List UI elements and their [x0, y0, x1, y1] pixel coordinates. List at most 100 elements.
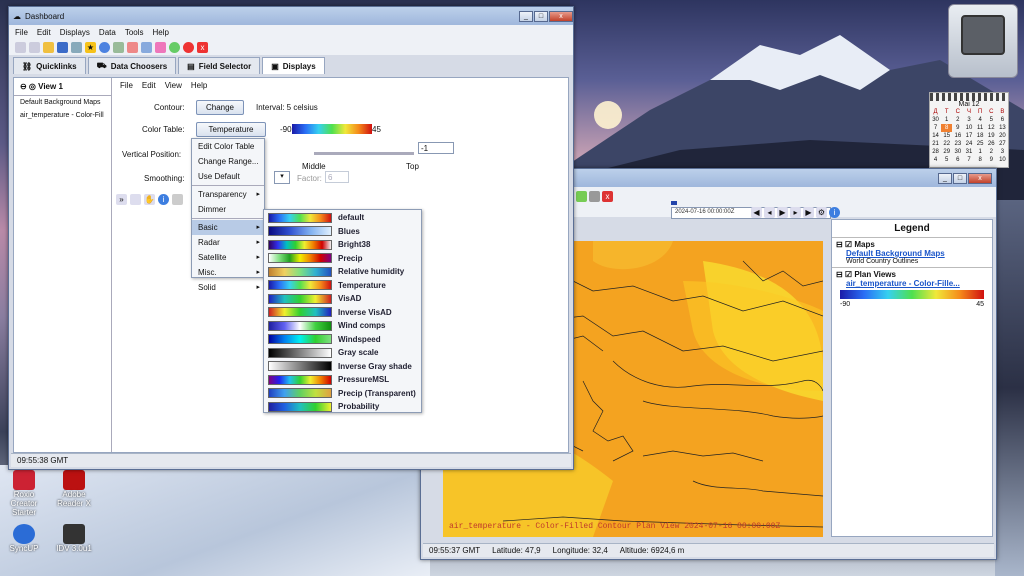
maximize-button[interactable]: □ — [534, 10, 548, 22]
menu-tools[interactable]: Tools — [125, 28, 144, 37]
globe-icon[interactable] — [169, 42, 180, 53]
legend-plan-section[interactable]: ⊟ ☑ Plan Views air_temperature - Color-F… — [832, 267, 992, 310]
calendar-day[interactable]: 11 — [975, 124, 986, 132]
calendar-day[interactable]: 20 — [997, 132, 1008, 140]
calendar-day[interactable]: 17 — [963, 132, 974, 140]
calendar-day[interactable]: 6 — [997, 116, 1008, 124]
layer-air-temp[interactable]: air_temperature - Color-Fill — [14, 109, 111, 122]
step-back-icon[interactable]: ◂ — [764, 207, 775, 218]
colortable-item-blues[interactable]: Blues — [264, 225, 421, 239]
menu-edit-color-table[interactable]: Edit Color Table — [192, 139, 264, 154]
trash-icon[interactable] — [172, 194, 183, 205]
menu-use-default[interactable]: Use Default — [192, 169, 264, 184]
calendar-day[interactable]: 29 — [941, 148, 952, 156]
colortable-item-inverse-gray-shade[interactable]: Inverse Gray shade — [264, 360, 421, 374]
colortable-item-relative-humidity[interactable]: Relative humidity — [264, 265, 421, 279]
menu-category-satellite[interactable]: Satellite ▸ — [192, 250, 264, 265]
calendar-day[interactable]: 19 — [986, 132, 997, 140]
calendar-day[interactable]: 15 — [941, 132, 952, 140]
calendar-day[interactable]: 31 — [963, 148, 974, 156]
desktop-icon-adobe[interactable]: Adobe Reader X — [52, 470, 96, 508]
menu-category-misc[interactable]: Misc. ▸ — [192, 265, 264, 280]
submenu-edit[interactable]: Edit — [142, 81, 156, 90]
colortable-item-gray-scale[interactable]: Gray scale — [264, 346, 421, 360]
play-icon[interactable]: ▶ — [777, 207, 788, 218]
color-table-button[interactable]: Temperature — [196, 122, 266, 137]
calendar-day[interactable]: 23 — [952, 140, 963, 148]
menu-category-basic[interactable]: Basic ▸ — [192, 220, 264, 235]
colortable-item-default[interactable]: default — [264, 211, 421, 225]
stop-icon[interactable]: x — [602, 191, 613, 202]
calendar-day[interactable]: 1 — [975, 148, 986, 156]
calendar-day[interactable]: 3 — [997, 148, 1008, 156]
calendar-day[interactable]: 2 — [986, 148, 997, 156]
colortable-item-windspeed[interactable]: Windspeed — [264, 333, 421, 347]
close-button[interactable]: x — [549, 10, 573, 22]
minimize-button[interactable]: _ — [519, 10, 533, 22]
calendar-day[interactable]: 27 — [997, 140, 1008, 148]
calendar-day[interactable]: 22 — [941, 140, 952, 148]
info-icon[interactable]: i — [158, 194, 169, 205]
submenu-file[interactable]: File — [120, 81, 133, 90]
menu-file[interactable]: File — [15, 28, 28, 37]
legend-maps-section[interactable]: ⊟ ☑ Maps Default Background Maps World C… — [832, 237, 992, 267]
calendar-day[interactable]: 9 — [952, 124, 963, 132]
submenu-view[interactable]: View — [165, 81, 182, 90]
calendar-day[interactable]: 12 — [986, 124, 997, 132]
menu-data[interactable]: Data — [99, 28, 116, 37]
check-icon[interactable] — [113, 42, 124, 53]
calendar-day[interactable]: 28 — [930, 148, 941, 156]
menu-edit[interactable]: Edit — [37, 28, 51, 37]
globe-icon[interactable] — [576, 191, 587, 202]
calendar-day[interactable]: 5 — [941, 156, 952, 164]
menu-change-range[interactable]: Change Range... — [192, 154, 264, 169]
record-icon[interactable] — [183, 42, 194, 53]
calendar-day[interactable]: 3 — [963, 116, 974, 124]
settings-icon[interactable]: ⚙ — [816, 207, 827, 218]
star-icon[interactable]: ★ — [85, 42, 96, 53]
maximize-button[interactable]: □ — [953, 172, 967, 184]
calendar-day[interactable]: 30 — [930, 116, 941, 124]
calendar-day[interactable]: 16 — [952, 132, 963, 140]
colortable-item-temperature[interactable]: Temperature — [264, 279, 421, 293]
calendar-day[interactable]: 21 — [930, 140, 941, 148]
legend-air-temp-link[interactable]: air_temperature - Color-Fille... — [836, 279, 988, 288]
window-icon[interactable] — [130, 194, 141, 205]
menu-transparency[interactable]: Transparency ▸ — [192, 187, 264, 202]
calendar-day[interactable]: 10 — [997, 156, 1008, 164]
smoothing-dropdown[interactable]: ▾ — [274, 171, 290, 184]
colortable-item-visad[interactable]: VisAD — [264, 292, 421, 306]
layer-bg-maps[interactable]: Default Background Maps — [14, 96, 111, 109]
new-window-icon[interactable] — [29, 42, 40, 53]
calendar-day[interactable]: 18 — [975, 132, 986, 140]
calendar-gadget[interactable]: Mai 12 Д Т С Ч П С В 30 1 2 3 4 5 6 7 8 9 10 11 12 13 14 15 16 1… — [929, 92, 1009, 168]
view-1-node[interactable]: ⊖ ◎ View 1 — [14, 78, 111, 96]
calendar-day[interactable]: 26 — [986, 140, 997, 148]
calendar-day[interactable]: 8 — [975, 156, 986, 164]
calendar-day[interactable]: 4 — [975, 116, 986, 124]
expand-icon[interactable]: » — [116, 194, 127, 205]
submenu-help[interactable]: Help — [191, 81, 207, 90]
factor-field[interactable]: 6 — [325, 171, 349, 183]
close-button[interactable]: x — [968, 172, 992, 184]
calendar-day[interactable]: 10 — [963, 124, 974, 132]
calendar-day[interactable]: 7 — [930, 124, 941, 132]
menu-category-solid[interactable]: Solid ▸ — [192, 280, 264, 295]
calendar-day[interactable]: 8 — [941, 124, 953, 132]
colortable-item-pressuremsl[interactable]: PressureMSL — [264, 373, 421, 387]
hand-icon[interactable]: ✋ — [144, 194, 155, 205]
calendar-day[interactable]: 4 — [930, 156, 941, 164]
calendar-day[interactable]: 30 — [952, 148, 963, 156]
colortable-item-wind-comps[interactable]: Wind comps — [264, 319, 421, 333]
desktop-icon-roxio[interactable]: Roxio Creator Starter — [2, 470, 46, 517]
calendar-day[interactable]: 25 — [975, 140, 986, 148]
calendar-day[interactable]: 24 — [963, 140, 974, 148]
open-folder-icon[interactable] — [43, 42, 54, 53]
menu-category-radar[interactable]: Radar ▸ — [192, 235, 264, 250]
desktop-gadget[interactable] — [948, 4, 1018, 78]
broom-icon[interactable] — [141, 42, 152, 53]
tab-data-choosers[interactable]: ⛟ Data Choosers — [87, 57, 177, 74]
calendar-day[interactable]: 5 — [986, 116, 997, 124]
menu-dimmer[interactable]: Dimmer — [192, 202, 264, 217]
colortable-item-inverse-visad[interactable]: Inverse VisAD — [264, 306, 421, 320]
